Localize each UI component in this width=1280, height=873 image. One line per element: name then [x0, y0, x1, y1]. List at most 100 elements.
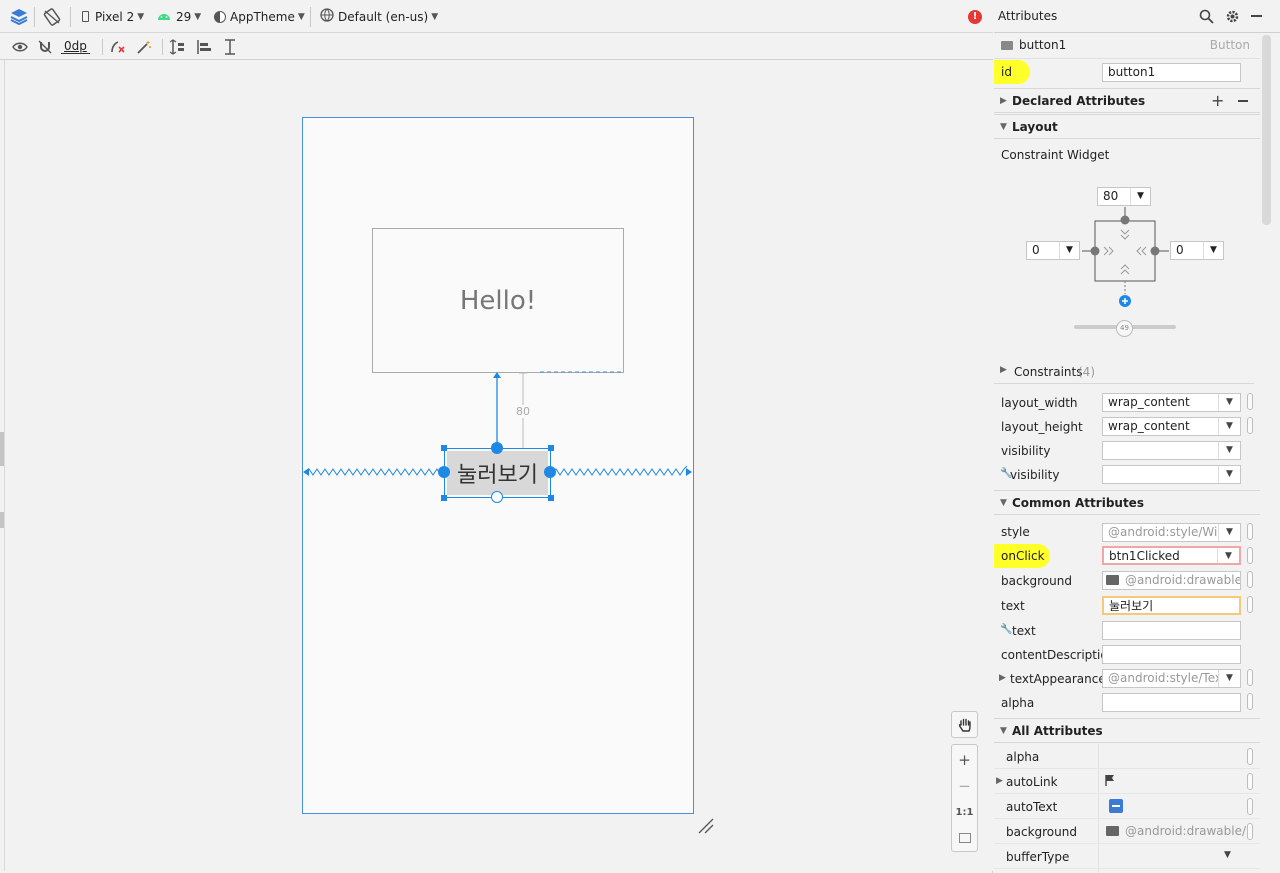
visibility-row: visibility ▼	[994, 439, 1260, 463]
resize-handle[interactable]	[548, 495, 554, 501]
eye-icon[interactable]	[12, 33, 28, 60]
search-icon[interactable]	[1199, 9, 1214, 27]
wrench-icon: 🔧	[1000, 624, 1013, 635]
style-select[interactable]: @android:style/Wic ▼	[1102, 523, 1241, 542]
tools-text-input[interactable]	[1102, 621, 1241, 640]
minimize-icon[interactable]	[1251, 15, 1262, 17]
hello-textview[interactable]: Hello!	[372, 228, 624, 373]
style-row: style @android:style/Wic ▼	[994, 520, 1260, 544]
attribute-side-toggle[interactable]	[1247, 417, 1253, 434]
bottom-anchor-handle[interactable]	[491, 491, 503, 503]
gear-icon[interactable]	[1225, 9, 1240, 27]
wrench-icon: 🔧	[1000, 468, 1013, 479]
onclick-value: btn1Clicked	[1109, 549, 1180, 563]
zoom-fit-icon[interactable]	[952, 825, 977, 851]
attribute-side-toggle[interactable]	[1247, 596, 1253, 613]
chevron-down-icon[interactable]: ▼	[1224, 850, 1231, 860]
resize-handle[interactable]	[548, 445, 554, 451]
tools-text-row: 🔧 text	[994, 619, 1260, 643]
error-icon[interactable]: !	[968, 0, 982, 33]
background-label: background	[1001, 574, 1072, 588]
theme-selector[interactable]: AppTheme ▼	[214, 0, 305, 33]
common-attributes-section[interactable]: ▼ Common Attributes	[994, 490, 1260, 515]
collapse-arrow-icon: ▼	[1000, 498, 1007, 508]
locale-selector[interactable]: Default (en-us) ▼	[320, 0, 438, 33]
all-attr-row[interactable]: ▶ autoLink	[994, 769, 1260, 794]
zoom-out-button[interactable]: −	[952, 773, 977, 799]
add-icon[interactable]: +	[1211, 91, 1224, 110]
chevron-down-icon: ▼	[431, 11, 439, 22]
background-input[interactable]: @android:drawable/b	[1102, 571, 1241, 590]
id-input[interactable]: button1	[1102, 63, 1241, 82]
alpha-input[interactable]	[1102, 693, 1241, 712]
background-row: background @android:drawable/b	[994, 569, 1260, 593]
all-attributes-section[interactable]: ▼ All Attributes	[994, 718, 1260, 743]
top-anchor-handle[interactable]	[491, 442, 503, 454]
all-attr-row[interactable]: background @android:drawable/b	[994, 819, 1260, 844]
content-description-row: contentDescription	[994, 643, 1260, 667]
constraints-row[interactable]: ▶ Constraints (4)	[994, 360, 1254, 384]
pan-hand-icon[interactable]	[951, 711, 978, 738]
clear-constraints-icon[interactable]	[110, 33, 126, 60]
attribute-side-toggle[interactable]	[1247, 669, 1253, 686]
magnet-icon[interactable]	[38, 33, 52, 60]
tools-visibility-select[interactable]: ▼	[1102, 465, 1241, 484]
attribute-side-toggle[interactable]	[1247, 693, 1253, 710]
attribute-side-toggle[interactable]	[1247, 748, 1253, 765]
all-attr-label: alpha	[1006, 750, 1040, 764]
onclick-select[interactable]: btn1Clicked ▼	[1102, 546, 1241, 565]
collapse-arrow-icon: ▼	[1000, 122, 1007, 132]
all-attr-row[interactable]: alpha	[994, 744, 1260, 769]
content-description-input[interactable]	[1102, 645, 1241, 664]
attribute-side-toggle[interactable]	[1247, 823, 1253, 840]
device-selector[interactable]: Pixel 2 ▼	[82, 0, 144, 33]
all-attr-row[interactable]: autoText	[994, 794, 1260, 819]
layout-label: Layout	[1012, 120, 1058, 134]
phone-icon	[82, 11, 89, 22]
common-attributes-label: Common Attributes	[1012, 496, 1144, 510]
all-attr-row[interactable]: bufferType ▼	[994, 844, 1260, 869]
pack-icon[interactable]	[169, 33, 185, 60]
component-name: button1	[1019, 38, 1067, 52]
right-anchor-handle[interactable]	[544, 466, 556, 478]
align-icon[interactable]	[196, 33, 212, 60]
device-resize-icon[interactable]	[697, 817, 715, 838]
visibility-label: visibility	[1001, 444, 1051, 458]
text-input[interactable]: 눌러보기	[1102, 596, 1241, 615]
attribute-side-toggle[interactable]	[1247, 393, 1253, 410]
bias-slider-thumb[interactable]: 49	[1116, 320, 1133, 337]
collapse-arrow-icon: ▼	[1000, 726, 1007, 736]
guidelines-icon[interactable]	[223, 33, 237, 60]
orientation-icon[interactable]	[42, 0, 62, 33]
visibility-select[interactable]: ▼	[1102, 441, 1241, 460]
expand-arrow-icon: ▶	[1000, 365, 1007, 375]
text-appearance-select[interactable]: @android:style/Tex ▼	[1102, 669, 1241, 688]
resize-handle[interactable]	[441, 445, 447, 451]
magic-wand-icon[interactable]	[136, 33, 152, 60]
zoom-in-button[interactable]: +	[952, 747, 977, 773]
attribute-side-toggle[interactable]	[1247, 798, 1253, 815]
left-anchor-handle[interactable]	[438, 466, 450, 478]
background-value: @android:drawable/b	[1125, 573, 1241, 587]
bias-value: 49	[1120, 324, 1129, 332]
remove-icon[interactable]	[1238, 100, 1248, 102]
hello-text: Hello!	[459, 285, 537, 316]
attribute-side-toggle[interactable]	[1247, 773, 1253, 790]
declared-attributes-section[interactable]: ▶ Declared Attributes +	[994, 88, 1260, 113]
zoom-actual-size-button[interactable]: 1:1	[952, 799, 977, 825]
chevron-down-icon: ▼	[1218, 466, 1240, 483]
attribute-side-toggle[interactable]	[1247, 547, 1253, 564]
checkbox-indeterminate-icon[interactable]	[1109, 799, 1123, 813]
api-level-selector[interactable]: 29 ▼	[157, 0, 201, 33]
layout-height-label: layout_height	[1001, 420, 1083, 434]
layers-icon[interactable]	[9, 0, 29, 33]
default-margin[interactable]: 0dp	[61, 33, 90, 60]
device-label: Pixel 2	[95, 9, 135, 24]
attribute-side-toggle[interactable]	[1247, 571, 1253, 588]
layout-section[interactable]: ▼ Layout	[994, 114, 1260, 139]
attributes-scroll-thumb[interactable]	[1262, 35, 1271, 225]
attribute-side-toggle[interactable]	[1247, 523, 1253, 540]
layout-width-select[interactable]: wrap_content ▼	[1102, 393, 1241, 412]
layout-height-select[interactable]: wrap_content ▼	[1102, 417, 1241, 436]
resize-handle[interactable]	[441, 495, 447, 501]
